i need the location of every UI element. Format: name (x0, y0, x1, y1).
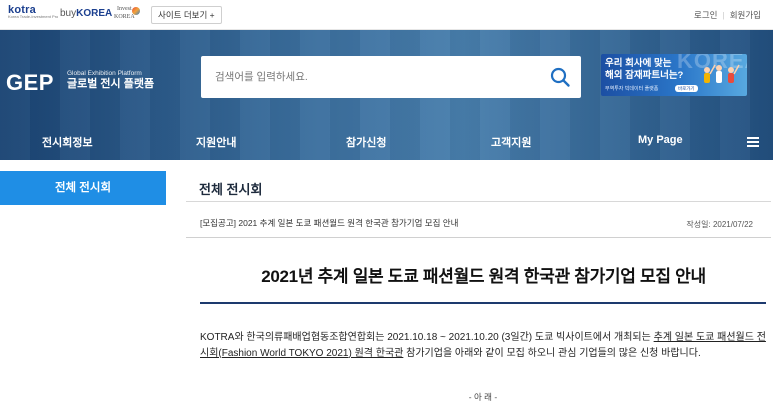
nav-apply[interactable]: 참가신청 (346, 134, 386, 150)
banner-cta: 바로가기 (675, 85, 698, 92)
post-date-label: 작성일: (686, 220, 711, 229)
banner-line1: 우리 회사에 맞는 (605, 58, 672, 69)
investkorea-emblem-icon (132, 7, 140, 15)
post-date: 작성일: 2021/07/22 (686, 219, 753, 230)
page-title: 전체 전시회 (199, 182, 263, 197)
hamburger-menu-icon[interactable] (747, 136, 759, 148)
banner-line3: 무역투자 빅데이터 플랫폼 (605, 86, 659, 92)
utility-bar: kotra Korea Trade-Investment Promotion A… (0, 0, 773, 30)
nav-support-guide[interactable]: 지원안내 (196, 134, 236, 150)
gep-logo[interactable]: GEP (6, 70, 54, 96)
buykorea-prefix: buy (60, 8, 77, 19)
signup-link[interactable]: 회원가입 (730, 10, 761, 20)
gep-logo-en: Global Exhibition Platform (67, 70, 142, 77)
nav-my-page[interactable]: My Page (638, 134, 683, 146)
more-sites-button[interactable]: 사이트 더보기 + (151, 6, 222, 24)
gep-logo-text[interactable]: Global Exhibition Platform 글로벌 전시 플랫폼 (67, 70, 154, 91)
notice-body-part2: 참가기업을 아래와 같이 모집 하오니 관심 기업들의 많은 신청 바랍니다. (403, 347, 701, 359)
post-date-value: 2021/07/22 (712, 220, 753, 229)
buykorea-logo[interactable]: buyKOREA (60, 8, 112, 19)
banner-line2: 해외 잠재파트너는? (605, 70, 684, 81)
main-nav: 전시회정보 지원안내 참가신청 고객지원 My Page (0, 126, 773, 160)
kotra-logo-sub: Korea Trade-Investment Promotion Agency (8, 15, 58, 19)
search-icon[interactable] (549, 66, 571, 88)
gep-logo-ko: 글로벌 전시 플랫폼 (67, 78, 155, 90)
sidebar-item-all-exhibitions[interactable]: 전체 전시회 (0, 171, 166, 205)
post-info-bar: [모집공고] 2021 추계 일본 도쿄 패션월드 원격 한국관 참가기업 모집… (186, 208, 771, 238)
headline-underline (200, 302, 766, 304)
nav-exhibition-info[interactable]: 전시회정보 (42, 134, 93, 150)
title-divider (186, 201, 771, 202)
post-subject: [모집공고] 2021 추계 일본 도쿄 패션월드 원격 한국관 참가기업 모집… (200, 218, 459, 228)
login-link[interactable]: 로그인 (694, 10, 717, 20)
notice-headline: 2021년 추계 일본 도쿄 패션월드 원격 한국관 참가기업 모집 안내 (261, 267, 706, 286)
search-input[interactable] (215, 68, 535, 86)
people-illustration-icon (704, 64, 740, 83)
investkorea-bottom: KOREA (114, 14, 135, 20)
buykorea-main: KOREA (76, 8, 113, 19)
account-links: 로그인 | 회원가입 (694, 9, 761, 21)
section-marker: - 아 래 - (468, 392, 498, 402)
search-box (201, 56, 581, 98)
nav-customer-support[interactable]: 고객지원 (491, 134, 531, 150)
promo-banner[interactable]: KOREA 우리 회사에 맞는 해외 잠재파트너는? 무역투자 빅데이터 플랫폼… (601, 54, 747, 96)
notice-body-part1: KOTRA와 한국의류패배업협동조합연합회는 2021.10.18 ~ 2021… (200, 332, 654, 343)
notice-body: KOTRA와 한국의류패배업협동조합연합회는 2021.10.18 ~ 2021… (200, 330, 766, 361)
kotra-logo-word: kotra (8, 4, 36, 16)
link-divider: | (722, 10, 725, 20)
kotra-logo[interactable]: kotra Korea Trade-Investment Promotion A… (8, 5, 58, 25)
